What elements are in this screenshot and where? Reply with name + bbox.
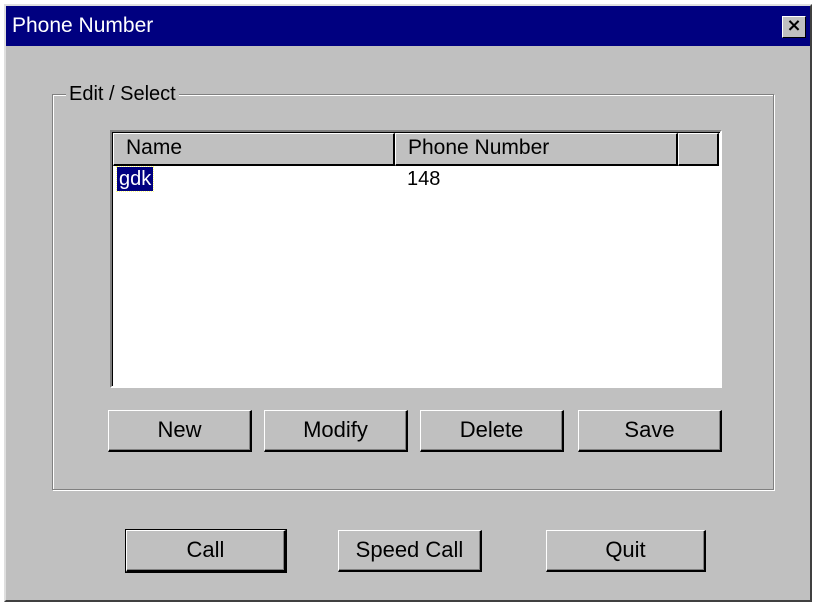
column-header-empty[interactable] — [678, 133, 719, 166]
window-title: Phone Number — [12, 14, 154, 37]
quit-button[interactable]: Quit — [546, 530, 706, 572]
delete-button[interactable]: Delete — [420, 410, 564, 452]
list-item-phone: 148 — [407, 168, 441, 190]
save-button[interactable]: Save — [578, 410, 722, 452]
call-button[interactable]: Call — [125, 529, 287, 573]
contacts-list[interactable]: Name Phone Number gdk 148 — [110, 130, 722, 388]
column-header-phone-number[interactable]: Phone Number — [395, 133, 678, 166]
close-icon[interactable]: × — [782, 16, 806, 38]
speed-call-button[interactable]: Speed Call — [338, 530, 482, 572]
title-bar[interactable]: Phone Number × — [6, 6, 810, 46]
list-header: Name Phone Number — [113, 133, 719, 166]
list-item-name[interactable]: gdk — [115, 166, 155, 192]
column-header-name[interactable]: Name — [113, 133, 395, 166]
new-button[interactable]: New — [108, 410, 252, 452]
list-item[interactable]: gdk 148 — [113, 166, 717, 192]
groupbox-label: Edit / Select — [66, 80, 179, 108]
modify-button[interactable]: Modify — [264, 410, 408, 452]
phone-number-dialog: Phone Number × Edit / Select Name Phone … — [4, 4, 812, 602]
